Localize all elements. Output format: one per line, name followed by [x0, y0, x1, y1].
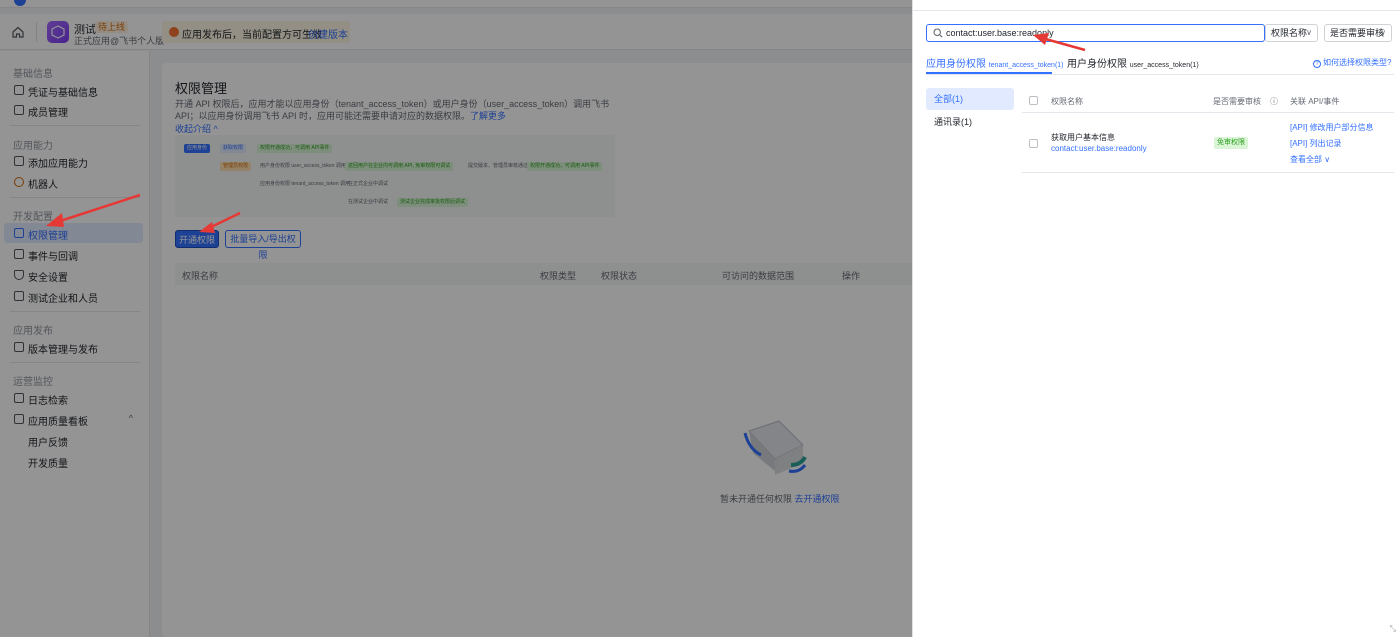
help-link[interactable]: ? 如何选择权限类型?	[1313, 57, 1391, 68]
chevron-down-icon: ∨	[1324, 155, 1331, 164]
review-required-select[interactable]: 是否需要审核 ∨	[1324, 24, 1392, 42]
tab-token: user_access_token(1)	[1129, 62, 1199, 69]
help-label: 如何选择权限类型?	[1323, 58, 1392, 67]
category-contacts[interactable]: 通讯录(1)	[926, 111, 1014, 133]
tab-user-identity[interactable]: 用户身份权限 user_access_token(1)	[1067, 55, 1199, 70]
divider	[913, 10, 1400, 11]
tab-app-identity[interactable]: 应用身份权限 tenant_access_token(1)	[926, 55, 1064, 70]
select-label: 权限名称	[1271, 28, 1308, 38]
tab-label: 用户身份权限	[1067, 59, 1127, 70]
permission-list-header: 权限名称 是否需要审核 ⓘ 关联 API/事件	[1022, 88, 1394, 113]
permission-name: 获取用户基本信息	[1051, 133, 1115, 142]
tab-label: 应用身份权限	[926, 59, 986, 70]
permission-name-select[interactable]: 权限名称 ∨	[1265, 24, 1318, 42]
category-all[interactable]: 全部(1)	[926, 88, 1014, 110]
see-all-link[interactable]: 查看全部 ∨	[1290, 154, 1330, 165]
info-icon: ⓘ	[1270, 97, 1278, 106]
search-input[interactable]	[946, 26, 1256, 40]
api-link[interactable]: [API] 列出记录	[1290, 138, 1342, 149]
add-permission-drawer: 权限名称∨ 是否需要审核∨ 应用身份权限 tenant_access_token…	[912, 0, 1400, 637]
see-all-label: 查看全部	[1290, 155, 1322, 164]
chevron-down-icon: ∨	[1380, 28, 1386, 37]
search-icon	[933, 28, 943, 38]
table-row: 获取用户基本信息 contact:user.base:readonly 免审权限…	[1022, 113, 1394, 173]
chevron-down-icon: ∨	[1306, 28, 1312, 37]
column-header: 权限名称	[1051, 97, 1083, 106]
review-free-badge: 免审权限	[1214, 137, 1248, 149]
permission-search[interactable]	[926, 24, 1265, 42]
column-header: 是否需要审核	[1213, 97, 1261, 106]
permission-code[interactable]: contact:user.base:readonly	[1051, 144, 1147, 153]
column-header: 关联 API/事件	[1290, 97, 1340, 106]
help-icon: ?	[1313, 60, 1321, 68]
select-label: 是否需要审核	[1330, 28, 1385, 38]
tab-token: tenant_access_token(1)	[988, 62, 1064, 69]
row-checkbox[interactable]	[1029, 139, 1038, 148]
select-all-checkbox[interactable]	[1029, 96, 1038, 105]
divider	[926, 74, 1394, 75]
api-link[interactable]: [API] 修改用户部分信息	[1290, 122, 1374, 133]
resize-corner-icon[interactable]: ⤡	[1390, 624, 1396, 634]
